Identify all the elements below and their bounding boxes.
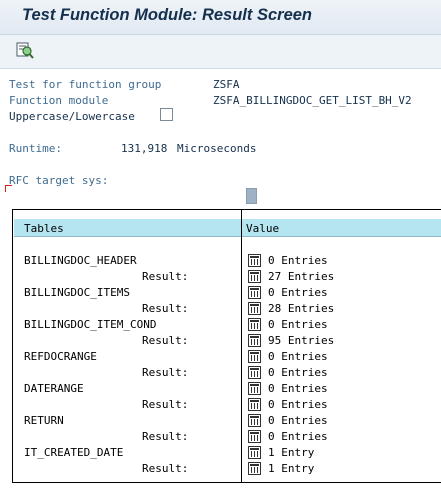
table-name: BILLINGDOC_HEADER: [24, 254, 137, 267]
title-bar: Test Function Module: Result Screen: [0, 0, 441, 35]
result-entries[interactable]: 1 Entry: [268, 462, 314, 475]
table-name: IT_CREATED_DATE: [24, 446, 124, 459]
table-header-divider: [14, 236, 441, 237]
table-entries-icon[interactable]: [248, 334, 261, 347]
table-entries-icon[interactable]: [248, 350, 261, 363]
result-entries[interactable]: 0 Entries: [268, 366, 328, 379]
result-label: Result:: [142, 462, 189, 475]
col-header-tables: Tables: [24, 222, 64, 235]
table-entries-icon[interactable]: [248, 254, 261, 267]
col-header-value: Value: [246, 222, 280, 235]
rfc-target-field[interactable]: [246, 188, 257, 204]
result-table: [12, 209, 441, 483]
table-name: REFDOCRANGE: [24, 350, 97, 363]
rfc-target-label: RFC target sys:: [9, 174, 109, 187]
result-label: Result:: [142, 430, 189, 443]
result-label: Result:: [142, 270, 189, 283]
table-entries-icon[interactable]: [248, 430, 261, 443]
application-toolbar: [0, 35, 441, 69]
table-name: DATERANGE: [24, 382, 84, 395]
result-entries[interactable]: 28 Entries: [268, 302, 334, 315]
table-entries-icon[interactable]: [248, 446, 261, 459]
function-module-label: Function module: [9, 94, 109, 107]
input-entries[interactable]: 0 Entries: [268, 382, 328, 395]
input-entries[interactable]: 1 Entry: [268, 446, 314, 459]
table-header: [14, 219, 441, 236]
table-entries-icon[interactable]: [248, 414, 261, 427]
table-name: BILLINGDOC_ITEMS: [24, 286, 130, 299]
table-entries-icon[interactable]: [248, 462, 261, 475]
result-label: Result:: [142, 398, 189, 411]
table-entries-icon[interactable]: [248, 318, 261, 331]
uppercase-lowercase-label: Uppercase/Lowercase: [9, 110, 135, 123]
table-entries-icon[interactable]: [248, 302, 261, 315]
result-entries[interactable]: 0 Entries: [268, 398, 328, 411]
window-title: Test Function Module: Result Screen: [22, 6, 312, 24]
input-entries[interactable]: 0 Entries: [268, 350, 328, 363]
runtime-label: Runtime:: [9, 142, 62, 155]
input-entries[interactable]: 0 Entries: [268, 414, 328, 427]
table-name: RETURN: [24, 414, 64, 427]
uppercase-lowercase-checkbox[interactable]: [160, 108, 173, 121]
column-divider: [241, 209, 242, 482]
table-entries-icon[interactable]: [248, 366, 261, 379]
table-entries-icon[interactable]: [248, 398, 261, 411]
runtime-value: 131,918: [121, 142, 168, 155]
table-entries-icon[interactable]: [248, 382, 261, 395]
table-entries-icon[interactable]: [248, 286, 261, 299]
execute-inspect-icon: [16, 42, 34, 59]
input-entries[interactable]: 0 Entries: [268, 318, 328, 331]
result-label: Result:: [142, 366, 189, 379]
cursor-marker: [5, 185, 12, 192]
function-module-value: ZSFA_BILLINGDOC_GET_LIST_BH_V2: [213, 94, 412, 107]
table-entries-icon[interactable]: [248, 270, 261, 283]
result-entries[interactable]: 0 Entries: [268, 430, 328, 443]
table-name: BILLINGDOC_ITEM_COND: [24, 318, 157, 331]
test-for-label: Test for function group: [9, 78, 162, 91]
result-label: Result:: [142, 334, 189, 347]
test-for-value: ZSFA: [213, 78, 240, 91]
input-entries[interactable]: 0 Entries: [268, 254, 328, 267]
result-entries[interactable]: 95 Entries: [268, 334, 334, 347]
input-entries[interactable]: 0 Entries: [268, 286, 328, 299]
execute-inspect-button[interactable]: [14, 40, 36, 62]
runtime-unit: Microseconds: [177, 142, 257, 155]
result-entries[interactable]: 27 Entries: [268, 270, 334, 283]
result-label: Result:: [142, 302, 189, 315]
